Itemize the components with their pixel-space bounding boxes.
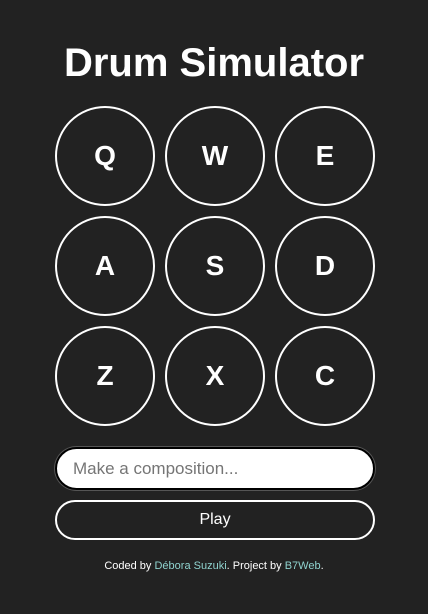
drum-key-x[interactable]: X (165, 326, 265, 426)
drum-key-c[interactable]: C (275, 326, 375, 426)
play-button[interactable]: Play (55, 500, 375, 540)
author-link[interactable]: Débora Suzuki (154, 560, 226, 572)
footer-project-text: . Project by (226, 560, 285, 572)
footer-coded-by-text: Coded by (104, 560, 155, 572)
drum-key-d[interactable]: D (275, 216, 375, 316)
drum-key-w[interactable]: W (165, 106, 265, 206)
footer-suffix: . (320, 560, 324, 572)
composition-input[interactable] (55, 447, 375, 490)
drum-pad-grid: Q W E A S D Z X C (55, 106, 375, 426)
footer-credits: Coded by Débora Suzuki. Project by B7Web… (0, 559, 428, 573)
page-title: Drum Simulator (63, 41, 365, 85)
drum-key-q[interactable]: Q (55, 106, 155, 206)
drum-key-a[interactable]: A (55, 216, 155, 316)
drum-key-z[interactable]: Z (55, 326, 155, 426)
drum-key-e[interactable]: E (275, 106, 375, 206)
project-link[interactable]: B7Web (285, 560, 321, 572)
drum-key-s[interactable]: S (165, 216, 265, 316)
